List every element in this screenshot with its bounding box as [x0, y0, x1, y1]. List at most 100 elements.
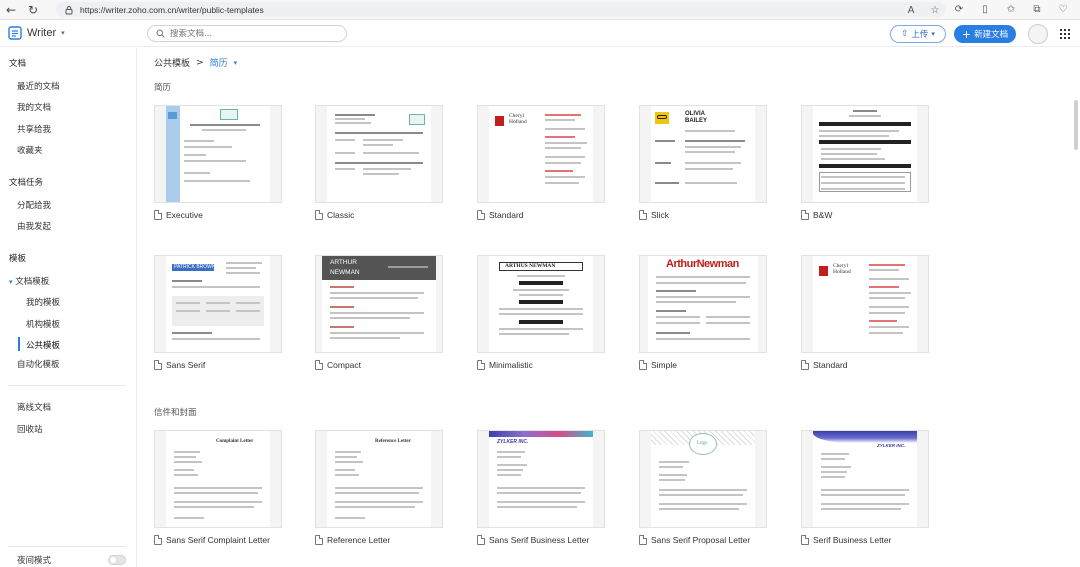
breadcrumb-current[interactable]: 简历	[210, 56, 228, 69]
template-thumbnail[interactable]: ARTHUS NEWMAN	[477, 255, 605, 353]
upload-icon: ⇧	[901, 29, 909, 39]
document-icon	[639, 210, 647, 220]
template-card[interactable]: Cheryl Holland Standard	[477, 105, 605, 220]
template-thumbnail[interactable]: Cheryl Holland	[801, 255, 929, 353]
template-card[interactable]: ZYLKER INC. Serif Business Letter	[801, 430, 929, 545]
new-document-button[interactable]: + 新建文档	[954, 25, 1016, 43]
template-card[interactable]: PATRICK BROWN Sans Serif	[154, 255, 282, 370]
document-icon	[801, 535, 809, 545]
template-card[interactable]: Reference Letter Reference Letter	[315, 430, 443, 545]
template-thumbnail[interactable]: Reference Letter	[315, 430, 443, 528]
sidebar-item-doc-templates[interactable]: ▾ 文档模板	[9, 275, 49, 287]
template-thumbnail[interactable]: Logo	[639, 430, 767, 528]
extension-icon[interactable]: ⟳	[952, 2, 966, 16]
template-label[interactable]: Sans Serif	[154, 360, 282, 370]
back-icon[interactable]: ←	[0, 0, 22, 20]
template-label[interactable]: Minimalistic	[477, 360, 605, 370]
search-input[interactable]	[170, 28, 340, 39]
url-text: https://writer.zoho.com.cn/writer/public…	[80, 4, 264, 15]
split-screen-icon[interactable]: ▯	[978, 2, 992, 16]
template-label[interactable]: Classic	[315, 210, 443, 220]
sidebar-item-favorites[interactable]: 收藏夹	[17, 144, 43, 156]
app-switcher[interactable]: Writer ▾	[8, 26, 65, 40]
template-card[interactable]: Executive	[154, 105, 282, 220]
favorites-icon[interactable]: ✩	[1004, 2, 1018, 16]
template-card[interactable]: Complaint Letter Sans Serif Complaint Le…	[154, 430, 282, 545]
template-thumbnail[interactable]	[315, 105, 443, 203]
template-thumbnail[interactable]: OLIVIA BAILEY	[639, 105, 767, 203]
sidebar-item-initiated[interactable]: 由我发起	[17, 220, 51, 232]
address-bar[interactable]: https://writer.zoho.com.cn/writer/public…	[56, 2, 946, 17]
read-aloud-icon[interactable]: A	[904, 3, 918, 17]
document-icon	[477, 210, 485, 220]
sidebar-item-trash[interactable]: 回收站	[17, 423, 43, 435]
sidebar-item-recent[interactable]: 最近的文档	[17, 80, 60, 92]
reload-icon[interactable]: ↻	[22, 0, 44, 20]
template-label[interactable]: Sans Serif Business Letter	[477, 535, 605, 545]
template-card[interactable]: Logo Sans Serif Proposal Letter	[639, 430, 767, 545]
thumb-text: Holland	[509, 119, 527, 125]
sidebar-item-my-docs[interactable]: 我的文档	[17, 101, 51, 113]
template-label[interactable]: Sans Serif Proposal Letter	[639, 535, 767, 545]
lock-icon	[65, 5, 73, 14]
thumb-text: PATRICK BROWN	[174, 264, 216, 270]
apps-grid-icon[interactable]	[1060, 29, 1070, 39]
template-card[interactable]: Cheryl Holland Standard	[801, 255, 929, 370]
browser-essentials-icon[interactable]: ♡	[1056, 2, 1070, 16]
sidebar-item-my-templates[interactable]: 我的模板	[26, 296, 60, 308]
template-card[interactable]: B&W	[801, 105, 929, 220]
night-mode-toggle[interactable]	[108, 555, 126, 565]
template-thumbnail[interactable]: ARTHUR NEWMAN	[315, 255, 443, 353]
template-thumbnail[interactable]: ZYLKER INC.	[477, 430, 605, 528]
template-thumbnail[interactable]: Cheryl Holland	[477, 105, 605, 203]
template-label[interactable]: Standard	[477, 210, 605, 220]
scrollbar[interactable]	[1074, 100, 1078, 150]
template-thumbnail[interactable]: Complaint Letter	[154, 430, 282, 528]
sidebar-item-public-templates[interactable]: 公共模板	[26, 339, 60, 351]
template-thumbnail[interactable]	[154, 105, 282, 203]
thumb-text: Logo	[697, 441, 708, 446]
avatar[interactable]	[1028, 24, 1048, 44]
document-icon	[639, 360, 647, 370]
breadcrumb-root[interactable]: 公共模板	[154, 56, 190, 69]
thumb-text: ARTHUS NEWMAN	[505, 263, 556, 269]
chevron-down-icon[interactable]: ▾	[234, 59, 238, 67]
template-label[interactable]: Sans Serif Complaint Letter	[154, 535, 282, 545]
sidebar-item-shared[interactable]: 共享给我	[17, 123, 51, 135]
template-card[interactable]: ZYLKER INC. Sans Serif Business Letter	[477, 430, 605, 545]
template-card[interactable]: ARTHUS NEWMAN Minimalistic	[477, 255, 605, 370]
template-card[interactable]: Classic	[315, 105, 443, 220]
template-label[interactable]: Executive	[154, 210, 282, 220]
sidebar-item-assigned[interactable]: 分配给我	[17, 199, 51, 211]
template-thumbnail[interactable]: ArthurNewman	[639, 255, 767, 353]
template-thumbnail[interactable]: ZYLKER INC.	[801, 430, 929, 528]
template-label[interactable]: Serif Business Letter	[801, 535, 929, 545]
collections-icon[interactable]: ⧉	[1030, 2, 1044, 16]
template-label[interactable]: Standard	[801, 360, 929, 370]
breadcrumb-separator: >	[196, 57, 204, 68]
template-card[interactable]: ArthurNewman Simple	[639, 255, 767, 370]
upload-button[interactable]: ⇧ 上传 ▾	[890, 25, 946, 43]
app-header: Writer ▾ ⇧ 上传 ▾ + 新建文档	[0, 21, 1080, 47]
template-card[interactable]: OLIVIA BAILEY Slick	[639, 105, 767, 220]
template-card[interactable]: ARTHUR NEWMAN Compact	[315, 255, 443, 370]
sidebar-item-offline[interactable]: 离线文档	[17, 401, 51, 413]
thumb-text: ZYLKER INC.	[877, 443, 906, 448]
template-name: Slick	[651, 210, 669, 220]
template-name: Sans Serif Proposal Letter	[651, 535, 751, 545]
favorite-star-icon[interactable]: ☆	[928, 3, 942, 17]
template-name: Sans Serif Complaint Letter	[166, 535, 270, 545]
document-icon	[801, 360, 809, 370]
search-box[interactable]	[147, 25, 347, 42]
document-icon	[154, 360, 162, 370]
template-label[interactable]: Slick	[639, 210, 767, 220]
template-thumbnail[interactable]	[801, 105, 929, 203]
sidebar-item-org-templates[interactable]: 机构模板	[26, 318, 60, 330]
template-thumbnail[interactable]: PATRICK BROWN	[154, 255, 282, 353]
template-label[interactable]: Simple	[639, 360, 767, 370]
template-label[interactable]: Reference Letter	[315, 535, 443, 545]
template-label[interactable]: B&W	[801, 210, 929, 220]
sidebar-item-automation-templates[interactable]: 自动化模板	[17, 358, 60, 370]
document-icon	[315, 535, 323, 545]
template-label[interactable]: Compact	[315, 360, 443, 370]
